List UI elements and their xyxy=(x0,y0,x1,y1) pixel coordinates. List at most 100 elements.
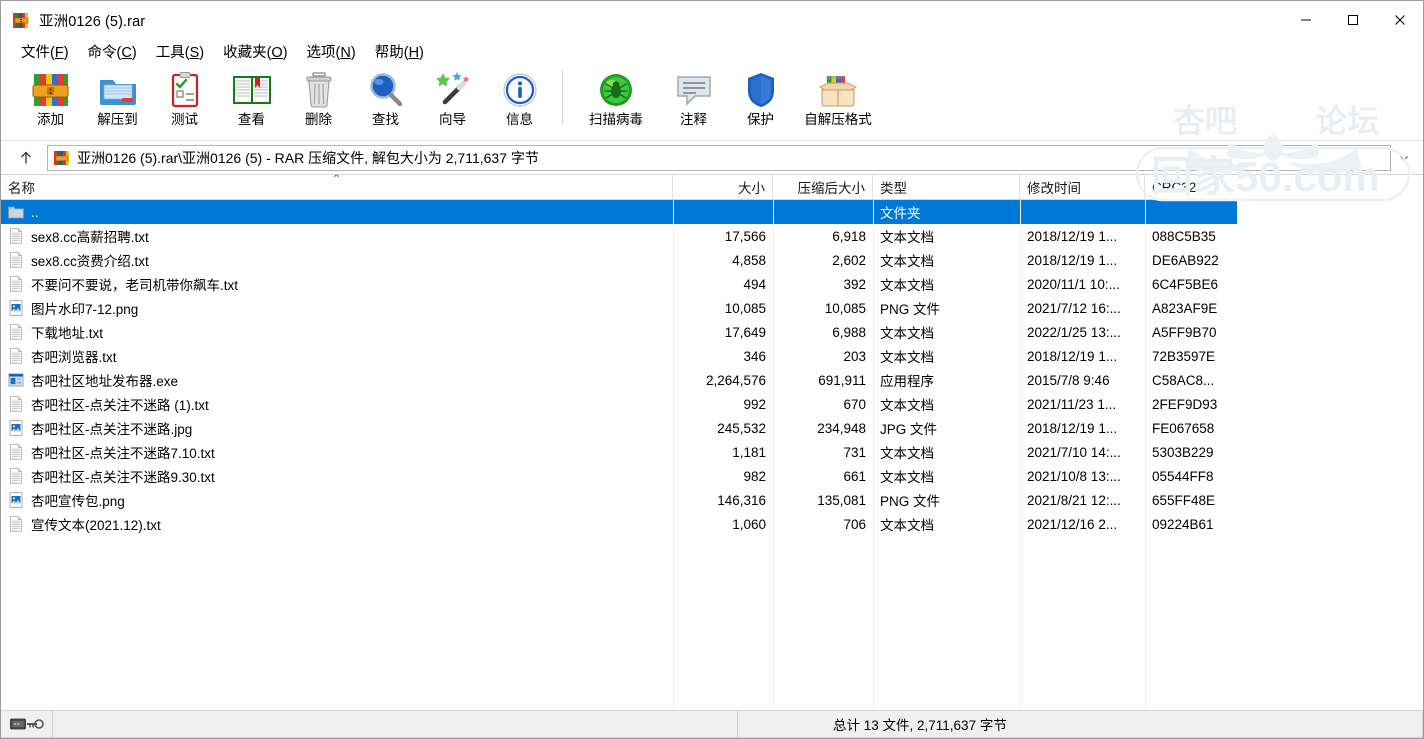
cell-size xyxy=(673,200,773,224)
add-archive-icon xyxy=(29,70,73,110)
file-name-text: 杏吧社区-点关注不迷路9.30.txt xyxy=(31,470,215,485)
table-row[interactable]: 杏吧社区-点关注不迷路7.10.txt 1,181 731 文本文档 2021/7/10… xyxy=(1,440,1237,464)
cell-modified: 2021/10/8 13:... xyxy=(1027,468,1121,484)
column-header-size[interactable]: 大小 xyxy=(673,175,773,199)
toolbar-separator xyxy=(562,70,563,124)
cell-modified: 2021/12/16 2... xyxy=(1027,516,1118,532)
cell-crc32: 6C4F5BE6 xyxy=(1152,276,1219,292)
table-row[interactable]: sex8.cc高薪招聘.txt 17,566 6,918 文本文档 2018/12/19… xyxy=(1,224,1237,248)
cell-packed-size: 691,911 xyxy=(818,372,866,388)
text-file-icon xyxy=(8,468,24,484)
cell-name: 宣传文本(2021.12).txt xyxy=(1,512,673,536)
file-rows: .. 文件夹 sex8.cc高薪招聘.txt 17,566 6,918 文本文档 2018/… xyxy=(1,200,1237,536)
menu-file[interactable]: 文件(F) xyxy=(12,39,78,65)
text-file-icon xyxy=(8,396,24,412)
menu-favorites[interactable]: 收藏夹(O) xyxy=(214,39,296,65)
sfx-box-icon xyxy=(816,70,860,110)
column-header-crc32[interactable]: CRC32 xyxy=(1145,175,1237,199)
table-row[interactable]: 杏吧社区-点关注不迷路 (1).txt 992 670 文本文档 2021/11/23 … xyxy=(1,392,1237,416)
toolbar-comment-button[interactable]: 注释 xyxy=(660,64,727,136)
toolbar-info-label: 信息 xyxy=(506,112,533,127)
text-file-icon xyxy=(8,348,24,364)
table-row[interactable]: 宣传文本(2021.12).txt 1,060 706 文本文档 2021/12/16 … xyxy=(1,512,1237,536)
table-row[interactable]: .. 文件夹 xyxy=(1,200,1237,224)
toolbar-test-button[interactable]: 测试 xyxy=(151,64,218,136)
table-row[interactable]: 杏吧宣传包.png 146,316 135,081 PNG 文件 2021/8/21 1… xyxy=(1,488,1237,512)
chevron-down-icon[interactable] xyxy=(1391,145,1417,171)
cell-size: 10,085 xyxy=(724,300,766,316)
address-bar: 亚洲0126 (5).rar\亚洲0126 (5) - RAR 压缩文件, 解包… xyxy=(1,141,1423,174)
file-name-text: 杏吧社区-点关注不迷路 (1).txt xyxy=(31,398,209,413)
cell-modified: 2018/12/19 1... xyxy=(1027,348,1118,364)
menu-file-label: 文件 xyxy=(21,44,50,61)
cell-packed-size: 135,081 xyxy=(817,492,866,508)
cell-modified: 2021/7/12 16:... xyxy=(1027,300,1121,316)
toolbar-find-label: 查找 xyxy=(372,112,399,127)
toolbar-protect-button[interactable]: 保护 xyxy=(727,64,794,136)
column-header-name[interactable]: 名称 xyxy=(1,175,673,199)
disk-key-icon[interactable] xyxy=(1,711,53,738)
cell-crc32: 05544FF8 xyxy=(1152,468,1214,484)
status-total-text: 总计 13 文件, 2,711,637 字节 xyxy=(738,711,1423,738)
arrow-up-icon[interactable] xyxy=(11,145,41,171)
cell-type: JPG 文件 xyxy=(880,422,938,437)
cell-modified: 2018/12/19 1... xyxy=(1027,252,1118,268)
toolbar-wizard-label: 向导 xyxy=(439,112,466,127)
menu-options-label: 选项 xyxy=(306,44,336,61)
cell-modified: 2015/7/8 9:46 xyxy=(1027,372,1110,388)
cell-size: 1,181 xyxy=(732,444,766,460)
cell-modified: 2021/7/10 14:... xyxy=(1027,444,1121,460)
table-row[interactable]: sex8.cc资费介绍.txt 4,858 2,602 文本文档 2018/12/19 … xyxy=(1,248,1237,272)
address-field[interactable]: 亚洲0126 (5).rar\亚洲0126 (5) - RAR 压缩文件, 解包… xyxy=(47,144,1391,171)
text-file-icon xyxy=(8,228,24,244)
toolbar-delete-button[interactable]: 删除 xyxy=(285,64,352,136)
toolbar-virusscan-label: 扫描病毒 xyxy=(589,112,643,127)
table-row[interactable]: 杏吧社区-点关注不迷路9.30.txt 982 661 文本文档 2021/10/8 1… xyxy=(1,464,1237,488)
toolbar-sfx-button[interactable]: 自解压格式 xyxy=(794,64,882,136)
cell-modified: 2021/11/23 1... xyxy=(1027,396,1117,412)
toolbar-info-button[interactable]: 信息 xyxy=(486,64,553,136)
cell-packed-size: 234,948 xyxy=(817,420,866,436)
extract-to-folder-icon xyxy=(96,70,140,110)
table-row[interactable]: 下载地址.txt 17,649 6,988 文本文档 2022/1/25 13:... A… xyxy=(1,320,1237,344)
close-button[interactable] xyxy=(1376,1,1423,39)
status-blank-segment xyxy=(53,711,738,738)
cell-packed-size: 6,988 xyxy=(832,324,866,340)
title-bar: 亚洲0126 (5).rar xyxy=(1,1,1423,39)
cell-size: 494 xyxy=(743,276,766,292)
cell-crc32: FE067658 xyxy=(1152,420,1215,436)
menu-options[interactable]: 选项(N) xyxy=(298,39,365,65)
toolbar-view-button[interactable]: 查看 xyxy=(218,64,285,136)
toolbar-find-button[interactable]: 查找 xyxy=(352,64,419,136)
cell-name: 图片水印7-12.png xyxy=(1,296,673,320)
image-file-icon xyxy=(8,420,24,436)
menu-tools[interactable]: 工具(S) xyxy=(147,39,213,65)
table-row[interactable]: 不要问不要说，老司机带你飙车.txt 494 392 文本文档 2020/11/1 10… xyxy=(1,272,1237,296)
cell-crc32: 2FEF9D93 xyxy=(1152,396,1218,412)
minimize-button[interactable] xyxy=(1282,1,1329,39)
status-bar: 总计 13 文件, 2,711,637 字节 xyxy=(1,710,1423,738)
cell-packed-size: 203 xyxy=(843,348,866,364)
column-header-modified[interactable]: 修改时间 xyxy=(1020,175,1145,199)
cell-type: PNG 文件 xyxy=(880,302,941,317)
menu-commands[interactable]: 命令(C) xyxy=(79,39,146,65)
file-name-text: 杏吧社区地址发布器.exe xyxy=(31,374,179,389)
toolbar-wizard-button[interactable]: 向导 xyxy=(419,64,486,136)
maximize-button[interactable] xyxy=(1329,1,1376,39)
cell-modified: 2018/12/19 1... xyxy=(1027,228,1118,244)
toolbar-extract-button[interactable]: 解压到 xyxy=(84,64,151,136)
cell-crc32: A5FF9B70 xyxy=(1152,324,1217,340)
column-header-type[interactable]: 类型 xyxy=(873,175,1020,199)
rar-archive-icon xyxy=(13,12,30,29)
table-row[interactable]: 杏吧社区地址发布器.exe 2,264,576 691,911 应用程序 2015/7/… xyxy=(1,368,1237,392)
menu-help[interactable]: 帮助(H) xyxy=(366,39,433,65)
table-row[interactable]: 杏吧社区-点关注不迷路.jpg 245,532 234,948 JPG 文件 2018/… xyxy=(1,416,1237,440)
comment-bubble-icon xyxy=(672,70,716,110)
toolbar-virusscan-button[interactable]: 扫描病毒 xyxy=(572,64,660,136)
table-row[interactable]: 杏吧浏览器.txt 346 203 文本文档 2018/12/19 1... 72B359… xyxy=(1,344,1237,368)
column-header-packed-size[interactable]: 压缩后大小 xyxy=(773,175,873,199)
cell-size: 146,316 xyxy=(717,492,766,508)
menu-favorites-accel: O xyxy=(271,44,283,61)
toolbar-add-button[interactable]: 添加 xyxy=(17,64,84,136)
table-row[interactable]: 图片水印7-12.png 10,085 10,085 PNG 文件 2021/7/12 … xyxy=(1,296,1237,320)
